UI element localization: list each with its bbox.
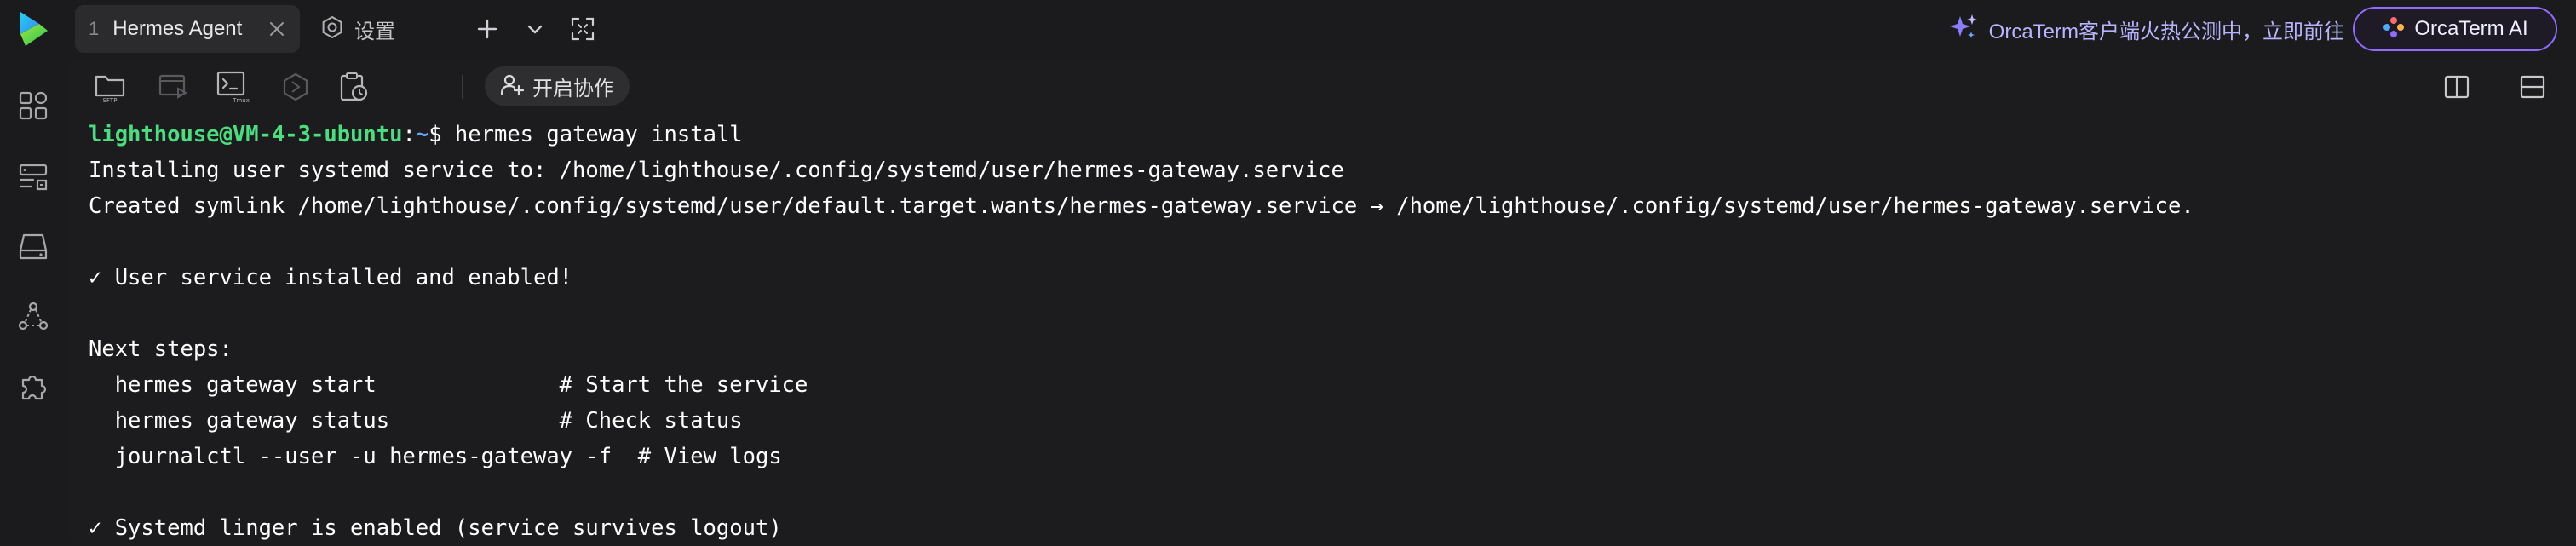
tab-settings[interactable]: 设置 bbox=[320, 5, 395, 53]
tab-title: Hermes Agent bbox=[112, 17, 243, 40]
orcaterm-ai-button[interactable]: OrcaTerm AI bbox=[2353, 7, 2557, 51]
split-horizontal-icon[interactable] bbox=[2516, 70, 2550, 104]
terminal-line: hermes gateway start # Start the service bbox=[89, 372, 808, 398]
sftp-folder-icon[interactable]: SFTP bbox=[93, 70, 127, 104]
promo-text: OrcaTerm客户端火热公测中，立即前往 bbox=[1988, 20, 2344, 43]
terminal-command: hermes gateway install bbox=[454, 122, 743, 147]
prompt-path: ~ bbox=[415, 122, 429, 147]
terminal-line: hermes gateway status # Check status bbox=[89, 408, 743, 434]
terminal-prompt-line: lighthouse@VM-4-3-ubuntu:~$ hermes gatew… bbox=[89, 117, 2576, 152]
tmux-terminal-icon[interactable]: Tmux bbox=[216, 70, 250, 104]
chevron-down-icon[interactable] bbox=[521, 15, 549, 43]
tmux-label: Tmux bbox=[232, 97, 250, 104]
terminal-line: Created symlink /home/lighthouse/.config… bbox=[89, 193, 2194, 219]
clipboard-history-icon[interactable] bbox=[336, 70, 371, 104]
close-icon[interactable] bbox=[267, 20, 286, 38]
puzzle-plugin-icon[interactable] bbox=[16, 370, 50, 404]
sftp-label: SFTP bbox=[103, 97, 118, 104]
storage-icon[interactable] bbox=[16, 230, 50, 264]
file-transfer-icon bbox=[156, 70, 190, 104]
prompt-user-host: lighthouse@VM-4-3-ubuntu bbox=[89, 122, 403, 147]
prompt-separator: : bbox=[402, 122, 416, 147]
terminal-line: journalctl --user -u hermes-gateway -f #… bbox=[89, 444, 782, 469]
apps-grid-icon[interactable] bbox=[16, 89, 50, 123]
collaboration-button[interactable]: 开启协作 bbox=[485, 66, 630, 106]
plus-icon[interactable] bbox=[474, 15, 501, 43]
prompt-symbol: $ bbox=[428, 122, 455, 147]
terminal-output[interactable]: lighthouse@VM-4-3-ubuntu:~$ hermes gatew… bbox=[67, 113, 2576, 543]
terminal-line: Installing user systemd service to: /hom… bbox=[89, 158, 1344, 183]
terminal-line: ✓ User service installed and enabled! bbox=[89, 265, 573, 290]
add-user-icon bbox=[500, 72, 525, 101]
ai-button-label: OrcaTerm AI bbox=[2414, 17, 2528, 40]
toolbar-divider bbox=[462, 75, 463, 99]
split-vertical-icon[interactable] bbox=[2440, 70, 2474, 104]
orcaterm-logo-icon[interactable] bbox=[14, 9, 55, 49]
network-nodes-icon[interactable] bbox=[16, 300, 50, 334]
terminal-line: ✓ Systemd linger is enabled (service sur… bbox=[89, 515, 782, 541]
collaboration-label: 开启协作 bbox=[532, 77, 614, 101]
terminal-toolbar: SFTP Tmux 开启协作 bbox=[67, 58, 2576, 112]
gear-icon bbox=[320, 15, 344, 43]
fullscreen-icon[interactable] bbox=[569, 15, 596, 43]
tab-title: 设置 bbox=[354, 20, 395, 43]
terminal-line: Next steps: bbox=[89, 336, 233, 362]
server-list-icon[interactable] bbox=[16, 160, 50, 194]
promo-link[interactable]: OrcaTerm客户端火热公测中，立即前往 bbox=[1948, 10, 2344, 48]
ai-flower-icon bbox=[2382, 15, 2406, 43]
left-rail bbox=[0, 58, 66, 543]
hexagon-plugin-icon bbox=[279, 70, 313, 104]
tab-hermes-agent[interactable]: 1 Hermes Agent bbox=[75, 5, 300, 53]
tab-number: 1 bbox=[89, 18, 100, 39]
top-bar: 1 Hermes Agent 设置 OrcaTerm客户端火热公测中，立即前往 … bbox=[0, 0, 2576, 58]
sparkle-icon bbox=[1948, 11, 1981, 48]
